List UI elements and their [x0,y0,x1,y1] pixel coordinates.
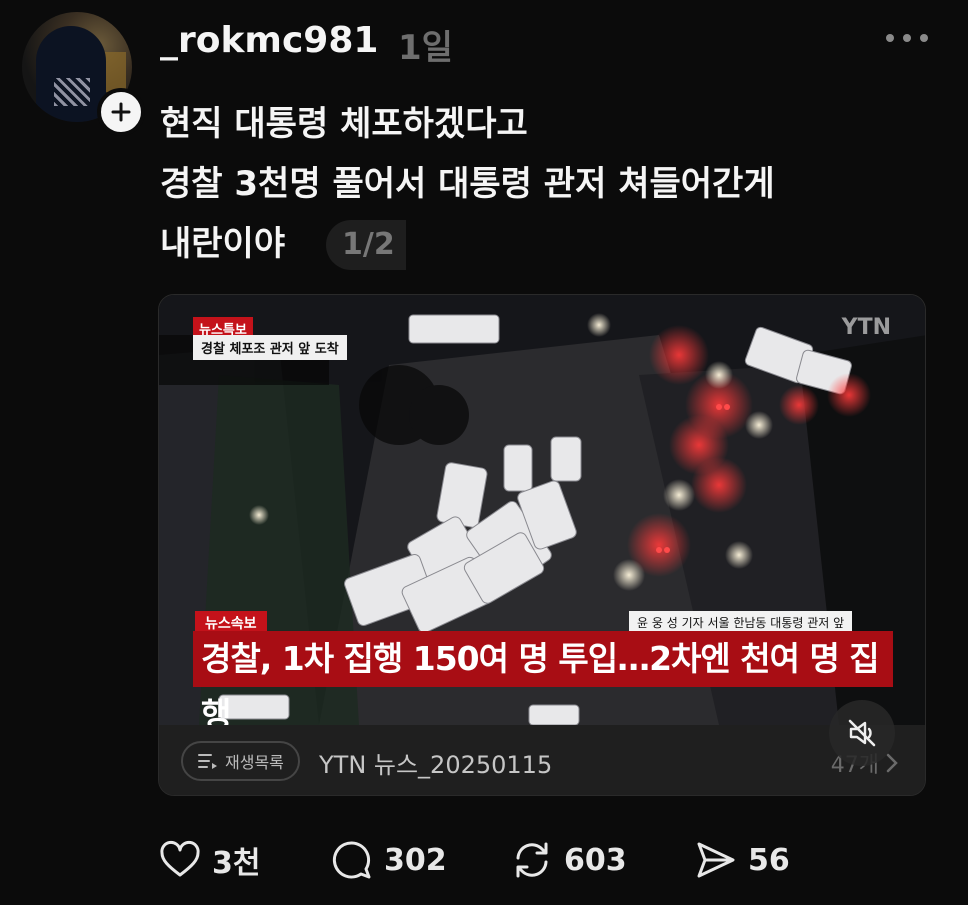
comment-icon [332,841,371,879]
share-button[interactable]: 56 [694,838,790,882]
heart-icon [160,840,200,877]
post-actions: 3천 302 603 56 [158,838,858,884]
broadcaster-logo: YTN [841,315,891,340]
page-indicator: 1/2 [326,220,406,270]
post-line: 내란이야 [160,224,286,264]
video-card-footer: 재생목록 YTN 뉴스_20250115 47개 [159,725,925,795]
mute-button[interactable] [829,700,895,766]
username[interactable]: _rokmc981 [160,20,378,61]
repost-count: 603 [564,842,627,878]
chevron-right-icon [886,753,898,773]
like-button[interactable]: 3천 [158,838,260,882]
video-player[interactable]: 뉴스특보 경찰 체포조 관저 앞 도착 YTN 뉴스속보 윤 웅 성 기자 서울… [159,295,925,725]
avatar-figure [36,26,106,122]
post-time: 1일 [398,28,453,68]
repost-icon [516,842,548,878]
playlist-icon [198,754,217,769]
plus-icon [111,102,131,122]
news-subtitle: 경찰 체포조 관저 앞 도착 [193,335,347,360]
comment-button[interactable]: 302 [330,838,447,882]
share-count: 56 [748,842,790,878]
post-line: 경찰 3천명 풀어서 대통령 관저 쳐들어간게 [160,164,775,204]
playlist-button[interactable]: 재생목록 [181,741,300,781]
send-icon [697,842,735,878]
post-line: 현직 대통령 체포하겠다고 [160,104,528,144]
post-text: 현직 대통령 체포하겠다고 경찰 3천명 풀어서 대통령 관저 쳐들어간게 내란… [160,94,775,274]
news-headline: 경찰, 1차 집행 150여 명 투입…2차엔 천여 명 집행 [193,631,893,725]
more-options-button[interactable] [886,28,928,48]
playlist-label: 재생목록 [225,753,284,772]
video-channel-title[interactable]: YTN 뉴스_20250115 [319,745,552,780]
ellipsis-icon [886,34,894,42]
like-count: 3천 [212,846,261,881]
follow-button[interactable] [97,88,145,136]
video-card[interactable]: 뉴스특보 경찰 체포조 관저 앞 도착 YTN 뉴스속보 윤 웅 성 기자 서울… [158,294,926,796]
repost-button[interactable]: 603 [510,838,627,882]
comment-count: 302 [384,842,447,878]
speaker-muted-icon [848,719,876,747]
